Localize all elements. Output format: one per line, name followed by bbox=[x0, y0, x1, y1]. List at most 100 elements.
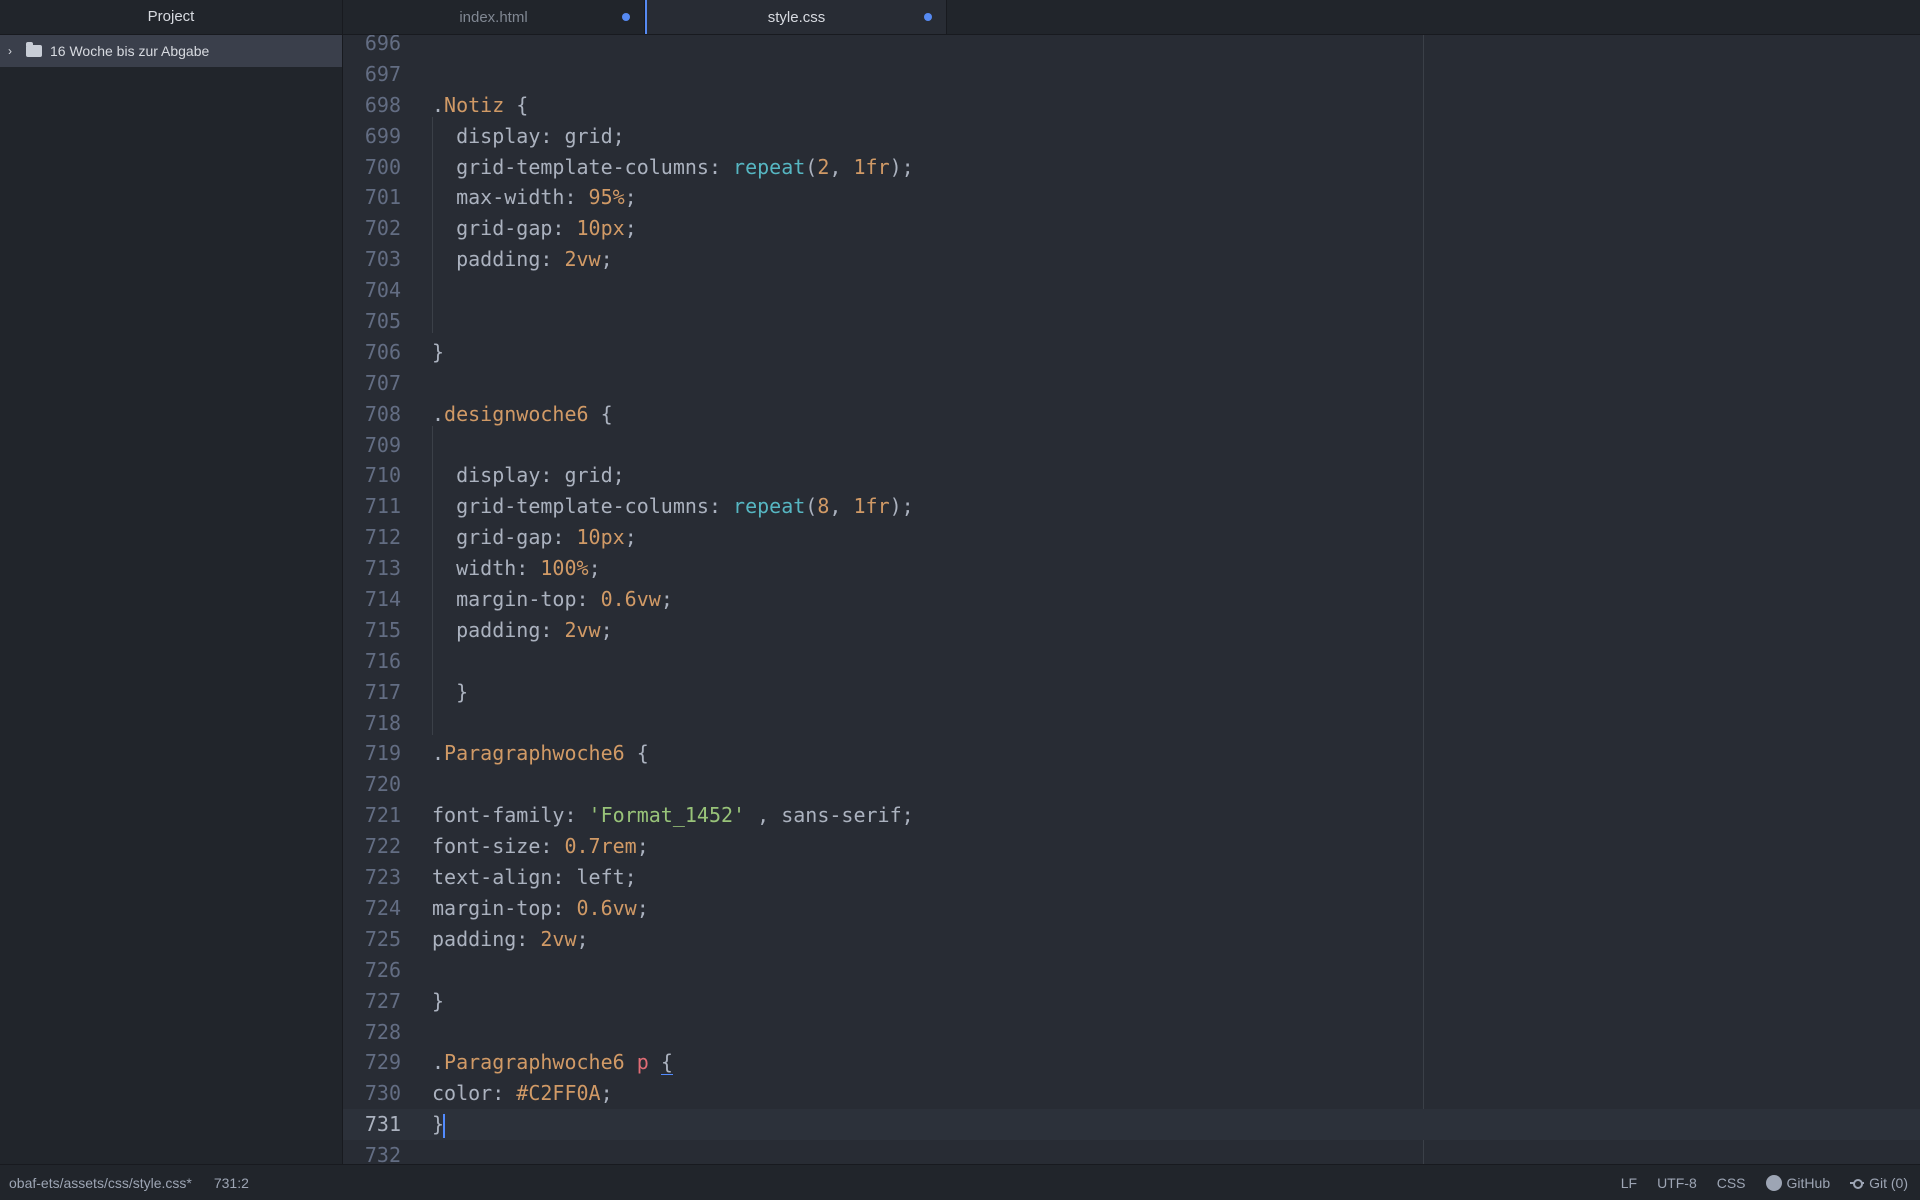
code-line[interactable]: 706} bbox=[343, 337, 1920, 368]
code-line[interactable]: 732 bbox=[343, 1140, 1920, 1164]
status-grammar[interactable]: CSS bbox=[1717, 1175, 1746, 1191]
code-line[interactable]: 698 .Notiz { bbox=[343, 90, 1920, 121]
tree-item-project-folder[interactable]: › 16 Woche bis zur Abgabe bbox=[0, 35, 342, 67]
line-code[interactable]: color: #C2FF0A; bbox=[432, 1078, 613, 1109]
code-line[interactable]: 725 padding: 2vw; bbox=[343, 924, 1920, 955]
line-number[interactable]: 727 bbox=[343, 986, 401, 1017]
line-number[interactable]: 721 bbox=[343, 800, 401, 831]
line-number[interactable]: 730 bbox=[343, 1078, 401, 1109]
code-editor[interactable]: 696 697 698 .Notiz {699 display: grid; 700 g… bbox=[343, 35, 1920, 1164]
line-code[interactable]: .Paragraphwoche6 { bbox=[432, 738, 649, 769]
line-number[interactable]: 715 bbox=[343, 615, 401, 646]
status-github[interactable]: GitHub bbox=[1765, 1174, 1830, 1191]
code-line[interactable]: 712 grid-gap: 10px; bbox=[343, 518, 1920, 553]
line-code[interactable] bbox=[432, 302, 456, 337]
line-code[interactable]: } bbox=[432, 1109, 446, 1140]
line-number[interactable]: 706 bbox=[343, 337, 401, 368]
line-code[interactable] bbox=[432, 703, 456, 739]
code-line[interactable]: 707 bbox=[343, 368, 1920, 399]
line-number[interactable]: 705 bbox=[343, 306, 401, 337]
code-line[interactable]: 710 display: grid; bbox=[343, 456, 1920, 491]
code-line[interactable]: 720 bbox=[343, 769, 1920, 800]
line-number[interactable]: 722 bbox=[343, 831, 401, 862]
code-line[interactable]: 700 grid-template-columns: repeat(2, 1fr… bbox=[343, 147, 1920, 183]
line-number[interactable]: 717 bbox=[343, 677, 401, 708]
line-code[interactable] bbox=[432, 641, 456, 677]
line-number[interactable]: 724 bbox=[343, 893, 401, 924]
modified-dot-icon[interactable] bbox=[622, 13, 630, 21]
line-code[interactable]: display: grid; bbox=[432, 116, 625, 152]
line-code[interactable]: padding: 2vw; bbox=[432, 610, 613, 646]
code-line[interactable]: 709 bbox=[343, 425, 1920, 461]
line-number[interactable]: 701 bbox=[343, 182, 401, 213]
line-number[interactable]: 716 bbox=[343, 646, 401, 677]
code-line[interactable]: 699 display: grid; bbox=[343, 116, 1920, 152]
line-number[interactable]: 712 bbox=[343, 522, 401, 553]
code-line[interactable]: 697 bbox=[343, 59, 1920, 90]
line-number[interactable]: 718 bbox=[343, 708, 401, 739]
code-line[interactable]: 718 bbox=[343, 703, 1920, 739]
code-line[interactable]: 703 padding: 2vw; bbox=[343, 240, 1920, 275]
line-number[interactable]: 720 bbox=[343, 769, 401, 800]
editor-lines[interactable]: 696 697 698 .Notiz {699 display: grid; 700 g… bbox=[343, 35, 1920, 1164]
line-number[interactable]: 700 bbox=[343, 152, 401, 183]
line-code[interactable]: display: grid; bbox=[432, 456, 625, 491]
line-number[interactable]: 699 bbox=[343, 121, 401, 152]
line-code[interactable] bbox=[432, 425, 456, 461]
code-line[interactable]: 714 margin-top: 0.6vw; bbox=[343, 580, 1920, 615]
line-code[interactable]: } bbox=[432, 986, 444, 1017]
code-line[interactable]: 702 grid-gap: 10px; bbox=[343, 209, 1920, 244]
line-code[interactable]: } bbox=[432, 337, 444, 368]
line-number[interactable]: 711 bbox=[343, 491, 401, 522]
line-number[interactable]: 732 bbox=[343, 1140, 401, 1164]
status-encoding[interactable]: UTF-8 bbox=[1657, 1175, 1697, 1191]
line-number[interactable]: 707 bbox=[343, 368, 401, 399]
line-number[interactable]: 729 bbox=[343, 1047, 401, 1078]
line-number[interactable]: 708 bbox=[343, 399, 401, 430]
code-line[interactable]: 715 padding: 2vw; bbox=[343, 610, 1920, 646]
code-line[interactable]: 717 } bbox=[343, 672, 1920, 708]
tab-index-html[interactable]: index.html bbox=[343, 0, 645, 34]
line-number[interactable]: 710 bbox=[343, 460, 401, 491]
code-line[interactable]: 708 .designwoche6 { bbox=[343, 399, 1920, 430]
code-line[interactable]: 724 margin-top: 0.6vw; bbox=[343, 893, 1920, 924]
line-number[interactable]: 719 bbox=[343, 738, 401, 769]
line-code[interactable]: font-size: 0.7rem; bbox=[432, 831, 649, 862]
line-number[interactable]: 725 bbox=[343, 924, 401, 955]
line-number[interactable]: 713 bbox=[343, 553, 401, 584]
line-code[interactable]: grid-template-columns: repeat(8, 1fr); bbox=[432, 487, 914, 522]
line-code[interactable]: .Notiz { bbox=[432, 90, 528, 121]
line-code[interactable]: } bbox=[432, 672, 468, 708]
line-number[interactable]: 714 bbox=[343, 584, 401, 615]
line-number[interactable]: 704 bbox=[343, 275, 401, 306]
status-cursor-position[interactable]: 731:2 bbox=[214, 1175, 249, 1191]
line-number[interactable]: 703 bbox=[343, 244, 401, 275]
tree-view-title[interactable]: Project bbox=[0, 0, 342, 35]
line-number[interactable]: 726 bbox=[343, 955, 401, 986]
modified-dot-icon[interactable] bbox=[924, 13, 932, 21]
line-code[interactable]: grid-template-columns: repeat(2, 1fr); bbox=[432, 147, 914, 183]
code-line[interactable]: 696 bbox=[343, 35, 1920, 59]
line-code[interactable]: margin-top: 0.6vw; bbox=[432, 893, 649, 924]
code-line[interactable]: 730 color: #C2FF0A; bbox=[343, 1078, 1920, 1109]
code-line[interactable]: 716 bbox=[343, 641, 1920, 677]
line-number[interactable]: 709 bbox=[343, 430, 401, 461]
line-number[interactable]: 702 bbox=[343, 213, 401, 244]
code-line[interactable]: 728 bbox=[343, 1017, 1920, 1048]
line-code[interactable]: font-family: 'Format_1452' , sans-serif; bbox=[432, 800, 914, 831]
line-number[interactable]: 697 bbox=[343, 59, 401, 90]
status-git[interactable]: Git (0) bbox=[1850, 1175, 1908, 1191]
line-number[interactable]: 731 bbox=[343, 1109, 401, 1140]
code-line[interactable]: 726 bbox=[343, 955, 1920, 986]
line-code[interactable]: .designwoche6 { bbox=[432, 399, 613, 430]
line-code[interactable]: text-align: left; bbox=[432, 862, 637, 893]
line-code[interactable]: max-width: 95%; bbox=[432, 178, 637, 213]
line-code[interactable]: .Paragraphwoche6 p { bbox=[432, 1047, 673, 1078]
code-line[interactable]: 722 font-size: 0.7rem; bbox=[343, 831, 1920, 862]
line-code[interactable]: grid-gap: 10px; bbox=[432, 209, 637, 244]
status-file-path[interactable]: obaf-ets/assets/css/style.css* bbox=[9, 1175, 192, 1191]
line-number[interactable]: 698 bbox=[343, 90, 401, 121]
line-number[interactable]: 723 bbox=[343, 862, 401, 893]
code-line[interactable]: 704 bbox=[343, 271, 1920, 306]
code-line[interactable]: 729 .Paragraphwoche6 p { bbox=[343, 1047, 1920, 1078]
